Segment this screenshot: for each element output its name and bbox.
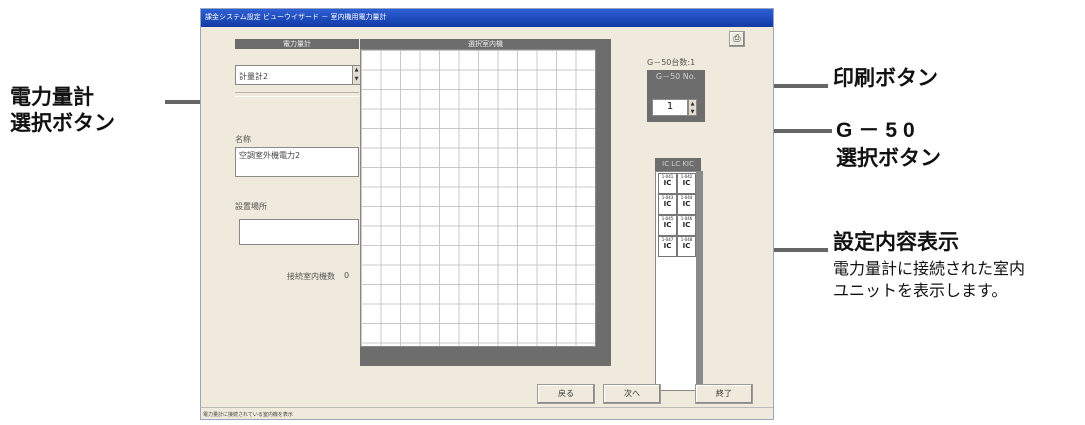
unit-type: IC: [682, 179, 691, 187]
app-window: 課金システム設定 ビューウイザード － 室内機用電力量計 電力量計 計量計2 ▲…: [200, 8, 774, 420]
meter-select-field[interactable]: 計量計2: [235, 65, 353, 85]
unit-cell[interactable]: 1-044 IC: [677, 194, 696, 215]
unit-cell[interactable]: 1-043 IC: [658, 194, 677, 215]
selected-units-header: 選択室内機: [360, 39, 611, 49]
unit-type: IC: [682, 200, 691, 208]
connected-count-value: 0: [344, 271, 350, 280]
name-label: 名称: [235, 135, 251, 144]
unit-cell[interactable]: 1-045 IC: [658, 215, 677, 236]
location-field[interactable]: [239, 219, 359, 245]
g50-no-field[interactable]: 1: [652, 99, 688, 116]
status-text: 電力量計に接続されている室内機を表示: [203, 412, 293, 418]
selected-units-grid[interactable]: [360, 49, 596, 347]
arrow-down-icon[interactable]: ▼: [689, 108, 696, 116]
ic-column-header: IC LC KIC: [655, 158, 701, 171]
settings-display-desc-line1: 電力量計に接続された室内: [833, 261, 1026, 278]
unit-cell[interactable]: 1-042 IC: [677, 173, 696, 194]
connected-count-label: 接続室内機数: [287, 272, 335, 281]
meter-panel-header: 電力量計: [235, 39, 359, 49]
back-button[interactable]: 戻る: [537, 384, 595, 404]
g50-count: G－50台数:1: [647, 58, 696, 67]
location-label: 設置場所: [235, 202, 267, 211]
g50-no-label: G－50 No.: [647, 70, 705, 88]
arrow-up-icon[interactable]: ▲: [689, 100, 696, 108]
unit-cell[interactable]: 1-046 IC: [677, 215, 696, 236]
unit-type: IC: [663, 221, 672, 229]
ic-column: 1-041 IC 1-042 IC 1-043 IC 1-044 IC 1-045 IC …: [655, 171, 703, 391]
next-button[interactable]: 次へ: [603, 384, 661, 404]
unit-cell[interactable]: 1-047 IC: [658, 236, 677, 257]
unit-type: IC: [663, 242, 672, 250]
g50-spin-button[interactable]: ▲ ▼: [688, 99, 697, 116]
meter-select-callout: 電力量計 選択ボタン: [10, 85, 115, 137]
unit-type: IC: [663, 200, 672, 208]
window-title: 課金システム設定 ビューウイザード － 室内機用電力量計: [205, 13, 387, 21]
title-bar: 課金システム設定 ビューウイザード － 室内機用電力量計: [201, 9, 773, 27]
meter-select-callout-line2: 選択ボタン: [10, 112, 115, 135]
unit-type: IC: [663, 179, 672, 187]
settings-display-desc-line2: ユニットを表示します。: [833, 283, 1008, 300]
divider: [235, 92, 359, 97]
unit-type: IC: [682, 242, 691, 250]
g50-select-callout-line2: 選択ボタン: [836, 147, 941, 170]
ic-column-scrollbar[interactable]: [696, 172, 702, 390]
finish-button[interactable]: 終了: [695, 384, 753, 404]
settings-display-callout: 設定内容表示: [833, 231, 959, 254]
arrow-down-icon[interactable]: ▼: [353, 75, 360, 84]
g50-select-callout-line1: G－50: [836, 119, 921, 142]
g50-panel: G－50台数:1 G－50 No. 1 ▲ ▼ IC LC KIC 1-041 I…: [647, 49, 747, 399]
unit-type: IC: [682, 221, 691, 229]
print-button-callout: 印刷ボタン: [833, 67, 938, 90]
unit-cell[interactable]: 1-048 IC: [677, 236, 696, 257]
name-field[interactable]: 空調室外機電力2: [235, 147, 359, 177]
meter-select-callout-line1: 電力量計: [10, 86, 94, 109]
selected-units-panel: 選択室内機: [360, 39, 611, 366]
status-bar: 電力量計に接続されている室内機を表示: [201, 407, 773, 419]
printer-icon: ⎙: [733, 34, 741, 44]
unit-cell[interactable]: 1-041 IC: [658, 173, 677, 194]
arrow-up-icon[interactable]: ▲: [353, 66, 360, 75]
meter-panel: 電力量計 計量計2 ▲ ▼ 名称 空調室外機電力2 設置場所 接続室内機数 0: [235, 39, 361, 363]
print-button[interactable]: ⎙: [729, 31, 745, 47]
